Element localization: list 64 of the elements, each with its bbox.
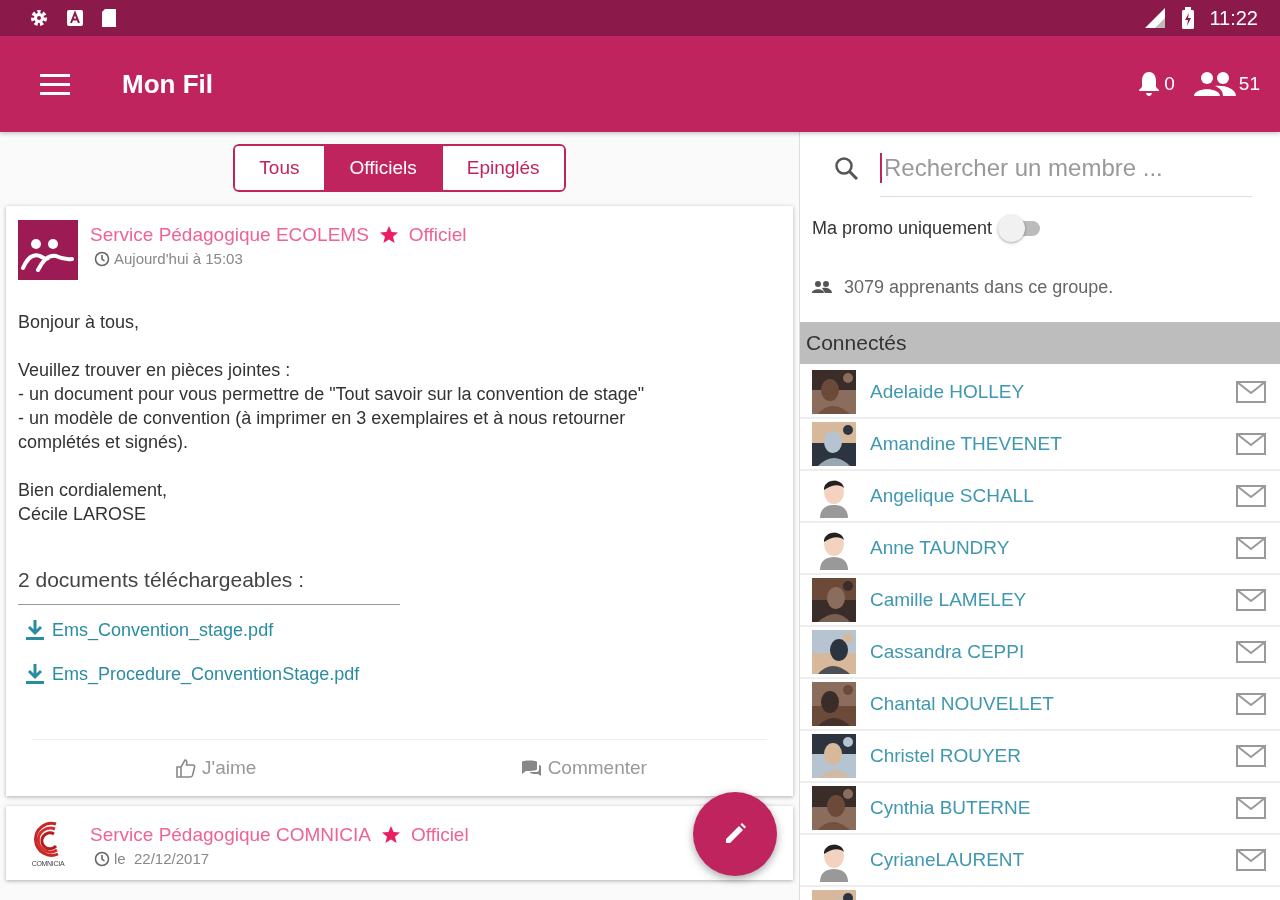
star-icon — [378, 225, 399, 245]
member-row[interactable]: Cassandra CEPPI — [800, 627, 1280, 679]
member-row[interactable]: Cynthia BUTERNE — [800, 783, 1280, 835]
mail-icon — [1236, 433, 1266, 455]
image-icon — [66, 9, 84, 27]
official-label: Officiel — [408, 224, 467, 246]
thumbs-up-icon — [175, 757, 197, 779]
member-row[interactable]: Chantal NOUVELLET — [800, 679, 1280, 731]
page-title: Mon Fil — [122, 68, 214, 100]
mail-icon — [1236, 485, 1266, 507]
logo-icon — [18, 220, 78, 280]
post-text: Bien cordialement, Cécile LAROSE — [18, 479, 169, 526]
mail-icon — [1236, 589, 1266, 611]
member-row[interactable]: Christel ROUYER — [800, 731, 1280, 783]
settings-icon — [28, 7, 50, 29]
notifications-button[interactable]: 0 — [1136, 70, 1175, 98]
member-row[interactable]: Angelique SCHALL — [800, 471, 1280, 523]
mail-icon — [1236, 797, 1266, 819]
filter-label: Ma promo uniquement — [812, 217, 993, 239]
filter-tab[interactable]: Tous — [235, 146, 324, 190]
member-row[interactable]: CyrianeLAURENT — [800, 835, 1280, 887]
download-icon — [24, 663, 46, 685]
members-button[interactable]: 51 — [1192, 70, 1260, 98]
comments-icon — [519, 759, 542, 777]
post-date: le 22/12/2017 — [114, 850, 210, 867]
signal-icon — [1143, 6, 1168, 30]
search-icon — [834, 156, 858, 180]
section-header: Connectés — [800, 322, 1280, 364]
member-row[interactable]: Adelaide HOLLEY — [800, 367, 1280, 419]
like-button[interactable]: J'aime — [32, 740, 400, 796]
mail-icon — [1236, 745, 1266, 767]
clock-time: 11:22 — [1209, 6, 1258, 30]
group-icon — [812, 280, 832, 294]
author-name[interactable]: Service Pédagogique COMNICIA — [90, 824, 371, 846]
clock-icon — [94, 850, 110, 867]
mail-icon — [1236, 849, 1266, 871]
author-name[interactable]: Service Pédagogique ECOLEMS — [90, 224, 369, 246]
mail-icon — [1236, 537, 1266, 559]
clock-icon — [94, 250, 110, 267]
menu-button[interactable] — [40, 72, 70, 96]
post-text: Veuillez trouver en pièces jointes : - un document pour vous permettre de "Tout savoir sur la convention de stage" - un modèle de convention (à imprimer en 3 exemplaires et à nous retourner complétés et signés). — [18, 359, 646, 454]
member-row[interactable]: Amandine THEVENET — [800, 419, 1280, 471]
sd-card-icon — [100, 8, 118, 28]
post-date: Aujourd'hui à 15:03 — [114, 250, 243, 267]
star-icon — [380, 825, 401, 845]
document-link[interactable]: Ems_Convention_stage.pdf — [24, 619, 274, 641]
download-icon — [24, 619, 46, 641]
official-label: Officiel — [410, 824, 469, 846]
group-icon — [1192, 70, 1237, 98]
member-row[interactable]: Camille LAMELEY — [800, 575, 1280, 627]
mail-icon — [1236, 641, 1266, 663]
pencil-icon — [723, 822, 747, 846]
filter-tab[interactable]: Epinglés — [440, 146, 564, 190]
post-text: Bonjour à tous, — [18, 311, 141, 334]
document-link[interactable]: Ems_Procedure_ConventionStage.pdf — [24, 663, 360, 685]
battery-icon — [1181, 7, 1196, 29]
member-count: 3079 apprenants dans ce groupe. — [844, 276, 1114, 298]
menu-icon — [40, 72, 70, 96]
filter-tab[interactable]: Officiels — [323, 146, 441, 190]
comment-button[interactable]: Commenter — [399, 740, 767, 796]
mail-icon — [1236, 693, 1266, 715]
member-row[interactable]: Anne TAUNDRY — [800, 523, 1280, 575]
mail-icon — [1236, 381, 1266, 403]
documents-heading: 2 documents téléchargeables : — [18, 568, 400, 605]
